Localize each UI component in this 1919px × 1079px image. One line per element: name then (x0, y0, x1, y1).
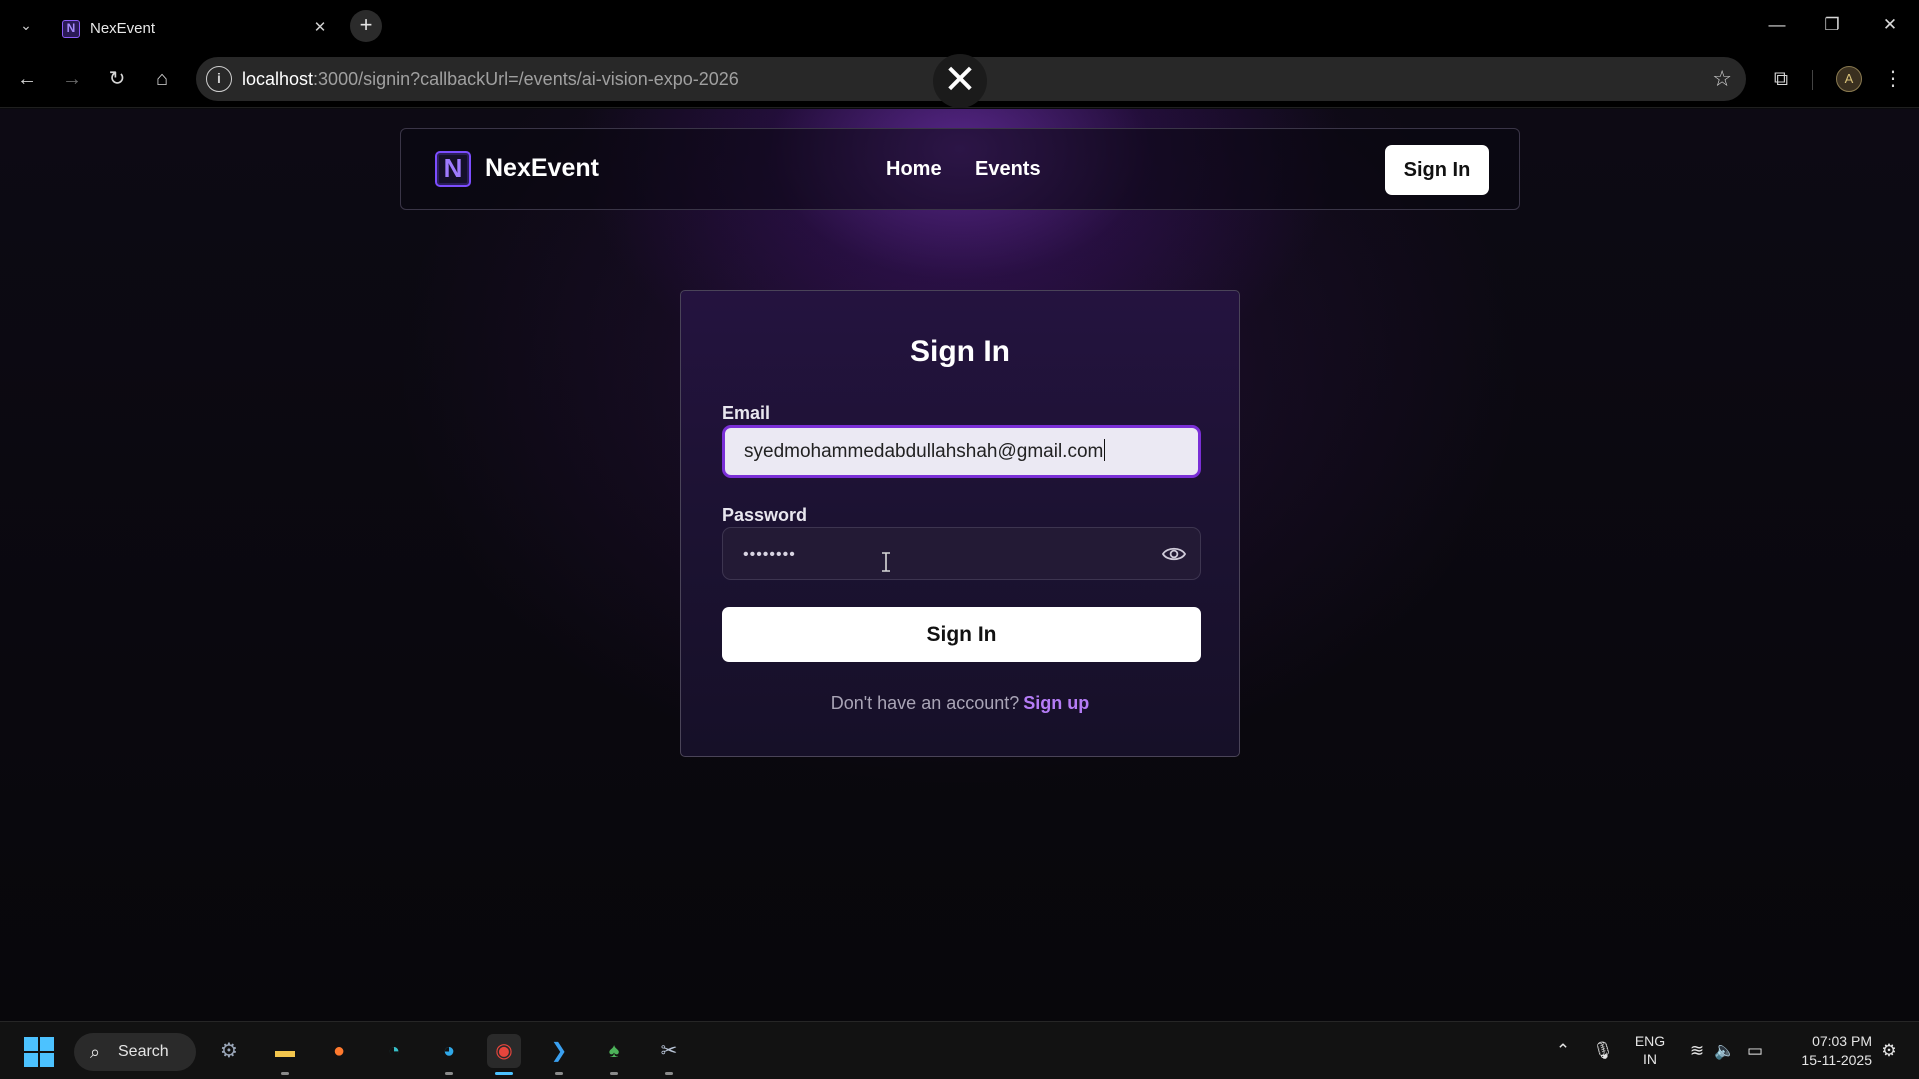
signin-submit-button[interactable]: Sign In (722, 607, 1201, 662)
email-field[interactable]: syedmohammedabdullahshah@gmail.com (722, 425, 1201, 478)
back-arrow-icon[interactable]: ← (10, 62, 44, 96)
clock-date: 15-11-2025 (1801, 1052, 1872, 1068)
search-icon: ⌕ (90, 1042, 101, 1062)
tab-title: NexEvent (90, 20, 156, 37)
close-window-icon[interactable]: ✕ (1870, 10, 1910, 40)
home-icon[interactable]: ⌂ (145, 62, 179, 96)
battery-icon[interactable]: ▭ (1742, 1039, 1768, 1063)
windows-start-icon[interactable] (24, 1037, 54, 1067)
toolbar-divider (1812, 70, 1813, 90)
running-indicator (610, 1072, 618, 1075)
nav-link-home[interactable]: Home (886, 158, 942, 181)
app-c-icon[interactable]: ◔ (377, 1034, 411, 1068)
running-indicator (445, 1072, 453, 1075)
taskbar-search-button[interactable]: ⌕ Search (74, 1033, 196, 1071)
reload-icon[interactable]: ↻ (100, 62, 134, 96)
tab-search-chevron-icon[interactable]: ⌄ (14, 13, 38, 37)
brand-name[interactable]: NexEvent (485, 154, 599, 183)
text-caret (1104, 439, 1106, 461)
email-label: Email (722, 403, 771, 423)
restore-window-icon[interactable]: ❐ (1812, 10, 1852, 40)
microphone-icon[interactable]: 🎙 (1590, 1039, 1616, 1063)
url-host: localhost (242, 69, 314, 89)
chrome-browser-icon[interactable]: ◉ (487, 1034, 521, 1068)
tab-favicon-icon: N (62, 20, 80, 38)
bookmark-star-icon[interactable]: ☆ (1712, 66, 1732, 92)
show-password-eye-icon[interactable] (1162, 543, 1186, 565)
extensions-puzzle-icon[interactable]: ⧉ (1764, 62, 1798, 96)
clock[interactable]: 07:03 PM 15-11-2025 (1776, 1032, 1872, 1072)
password-label: Password (722, 505, 808, 525)
nexevent-logo-icon[interactable]: N (435, 151, 471, 187)
snipping-tool-icon[interactable]: ✂ (652, 1034, 686, 1068)
browser-menu-icon[interactable]: ⋮ (1876, 62, 1910, 96)
signin-title: Sign In (910, 335, 1010, 368)
signup-prompt: Don't have an account? Sign up (681, 693, 1239, 714)
signup-link[interactable]: Sign up (1023, 693, 1089, 713)
profile-avatar[interactable]: A (1836, 66, 1862, 92)
signup-prompt-text: Don't have an account? (830, 693, 1020, 713)
password-field[interactable]: •••••••• (722, 527, 1201, 580)
settings-gear-icon[interactable]: ⚙ (212, 1034, 246, 1068)
address-url: localhost:3000/signin?callbackUrl=/event… (242, 69, 739, 90)
site-navbar: N NexEvent Home Events Sign In (400, 128, 1520, 210)
url-path: :3000/signin?callbackUrl=/events/ai-visi… (313, 69, 739, 89)
nav-link-events[interactable]: Events (975, 158, 1041, 181)
minimize-window-icon[interactable]: — (1757, 10, 1797, 40)
browser-tab-bar: ⌄ N NexEvent ✕ + — ❐ ✕ (0, 0, 1919, 50)
language-code: ENG (1634, 1033, 1666, 1049)
show-hidden-icons-chevron-icon[interactable]: ⌃ (1550, 1039, 1576, 1063)
mongodb-compass-icon[interactable]: ♠ (597, 1034, 631, 1068)
running-indicator (665, 1072, 673, 1075)
active-app-indicator (495, 1072, 513, 1075)
signin-card: Sign In Email syedmohammedabdullahshah@g… (680, 290, 1240, 757)
forward-arrow-icon[interactable]: → (55, 62, 89, 96)
new-tab-button[interactable]: + (350, 10, 382, 42)
page-viewport: N NexEvent Home Events Sign In Sign In E… (0, 109, 1919, 1021)
running-indicator (281, 1072, 289, 1075)
nav-signin-button[interactable]: Sign In (1385, 145, 1489, 195)
notifications-icon[interactable]: ⚙ (1876, 1039, 1902, 1063)
wifi-icon[interactable]: ≋ (1684, 1039, 1710, 1063)
volume-icon[interactable]: 🔈 (1712, 1039, 1738, 1063)
password-mask: •••••••• (743, 546, 796, 563)
browser-tab[interactable]: N NexEvent ✕ (52, 6, 340, 50)
language-indicator[interactable]: ENG IN (1628, 1032, 1672, 1072)
tab-close-icon[interactable]: ✕ (310, 18, 330, 38)
email-value: syedmohammedabdullahshah@gmail.com (744, 441, 1104, 462)
edge-browser-icon[interactable]: ◕ (432, 1034, 466, 1068)
vscode-icon[interactable]: ❯ (542, 1034, 576, 1068)
site-info-icon[interactable]: i (206, 66, 232, 92)
text-cursor-icon (882, 552, 890, 572)
firefox-icon[interactable]: ● (322, 1034, 356, 1068)
windows-taskbar: ⌕ Search ⚙ ▬ ● ◔ ◕ ◉ ❯ ♠ ✂ ⌃ 🎙 ENG IN ≋ 🔈… (0, 1021, 1919, 1079)
region-code: IN (1643, 1051, 1657, 1067)
close-overlay-button[interactable]: ✕ (933, 54, 987, 108)
taskbar-search-label: Search (118, 1043, 169, 1060)
running-indicator (555, 1072, 563, 1075)
clock-time: 07:03 PM (1812, 1033, 1872, 1049)
file-explorer-icon[interactable]: ▬ (268, 1034, 302, 1068)
